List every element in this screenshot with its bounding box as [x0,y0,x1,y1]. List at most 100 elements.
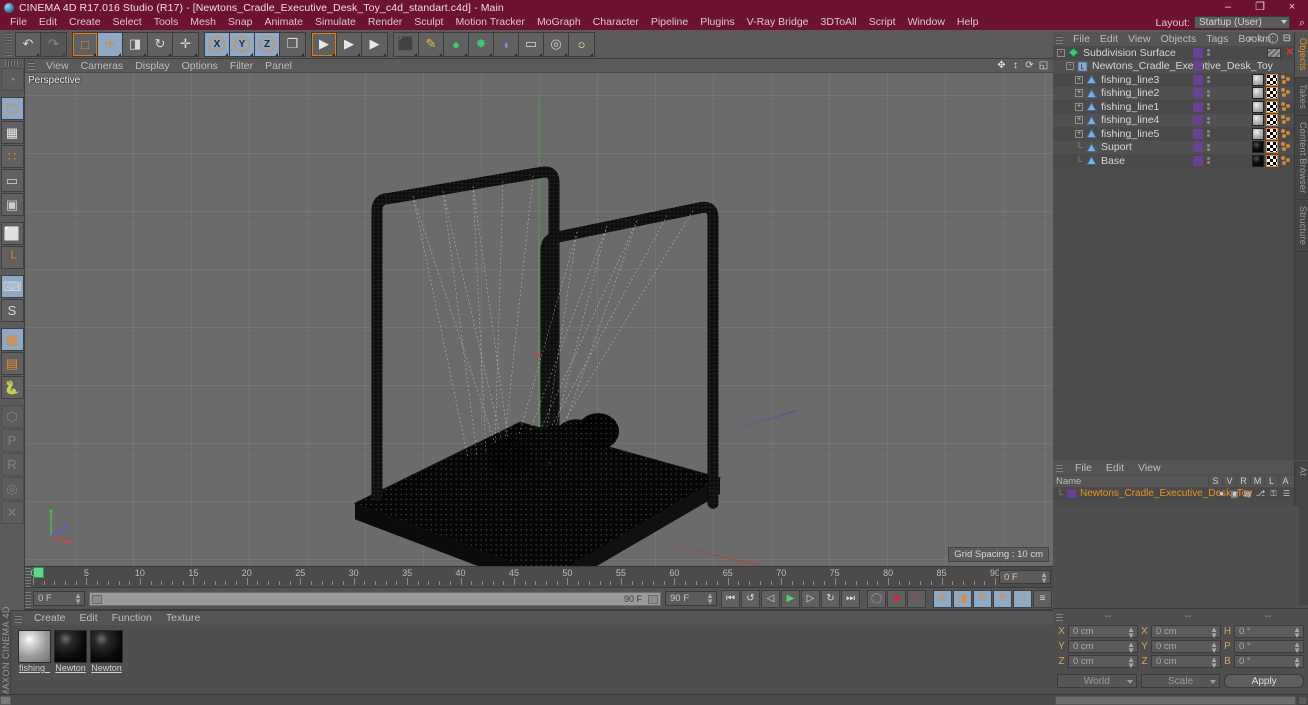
viewport-grip[interactable] [28,61,35,70]
position-x-field[interactable]: 0 cm ▲ ▼ [1068,625,1138,640]
pan-icon[interactable]: ✥ [996,60,1007,71]
rotation-b-field[interactable]: 0 ° ▲ ▼ [1234,655,1304,670]
more-options-icon[interactable] [250,52,253,56]
rotation-key-button[interactable]: ↻ [973,589,992,608]
material-thumbnail[interactable] [90,630,123,663]
subdivision-surface-icon[interactable] [1068,47,1079,58]
material-list[interactable]: fishing_ Newton Newton [12,625,1053,678]
object-menu-file[interactable]: File [1068,32,1095,46]
spinner-icon[interactable]: ▲ ▼ [1210,626,1218,640]
material-thumbnail[interactable] [54,630,87,663]
layout-dropdown[interactable]: Startup (User) [1194,16,1290,29]
python-button[interactable]: 🐍 [0,376,24,399]
tab-content-browser[interactable]: Content Browser [1295,116,1308,201]
polygon-object-icon[interactable] [1086,155,1097,166]
more-options-icon[interactable] [62,52,65,56]
go-to-end-button[interactable]: ⏭ [841,589,860,608]
render-view-button[interactable]: ▶ [312,32,337,56]
record-active-objects-button[interactable]: ◉ [887,589,906,608]
visibility-dots[interactable] [1207,103,1210,111]
tab-structure[interactable]: Structure [1295,200,1308,253]
live-selection-button[interactable]: □ [73,32,98,56]
phong-tag-icon[interactable] [1280,128,1292,140]
autokeying-button[interactable]: ◯ [867,589,886,608]
material-tag-icon[interactable] [1252,73,1264,86]
material-menu-texture[interactable]: Texture [159,611,207,625]
layer-column-l[interactable]: L [1264,476,1278,486]
menu-create[interactable]: Create [63,15,107,30]
more-options-icon[interactable] [383,52,386,56]
tab-objects[interactable]: Objects [1295,32,1308,78]
visibility-dots[interactable] [1207,62,1210,70]
spinner-icon[interactable]: ▲ ▼ [1127,626,1135,640]
scrollbar-thumb[interactable] [1055,696,1296,705]
dolly-icon[interactable]: ↕ [1010,60,1021,71]
subdivision-preview-swatch[interactable] [1266,47,1281,58]
material-grip[interactable] [15,613,22,623]
visibility-dots[interactable] [1207,143,1210,151]
selection-p-button[interactable]: P [0,429,24,452]
selection-filter-button[interactable]: ⬡ [0,405,24,428]
size-z-field[interactable]: 0 cm ▲ ▼ [1151,655,1221,670]
timeline-end-field[interactable]: 0 F ▲ ▼ [999,570,1051,585]
position-key-button[interactable]: ✛ [933,589,952,608]
object-menu-edit[interactable]: Edit [1095,32,1123,46]
coordinates-grip[interactable] [1056,611,1063,621]
phong-tag-icon[interactable] [1280,101,1292,113]
layer-object-icon[interactable]: L [1077,61,1088,72]
more-options-icon[interactable] [168,52,171,56]
preview-range-slider[interactable]: 90 F [89,591,661,606]
size-y-field[interactable]: 0 cm ▲ ▼ [1151,640,1221,655]
spinner-icon[interactable]: ▲ ▼ [1293,641,1301,655]
layer-menu-file[interactable]: File [1068,461,1099,475]
rotate-button[interactable]: ↻ [148,32,173,56]
tab-takes[interactable]: Takes [1295,78,1308,116]
object-row[interactable]: + fishing_line2 [1053,86,1294,100]
uv-tag-icon[interactable] [1266,73,1278,86]
menu-simulate[interactable]: Simulate [309,15,362,30]
orbit-icon[interactable]: ⟳ [1024,60,1035,71]
timeline-ruler[interactable]: 051015202530354045505560657075808590 0 F… [25,566,1053,588]
add-deformer-button[interactable]: ✸ [469,32,494,56]
layer-color-swatch[interactable] [1193,61,1203,72]
undo-button[interactable]: ↶ [16,32,41,56]
object-row[interactable]: └ Base [1053,154,1294,168]
layer-toggle-l-icon[interactable]: ⚿ [1268,488,1279,499]
uv-tag-icon[interactable] [1266,127,1278,140]
menu-v-ray-bridge[interactable]: V-Ray Bridge [741,15,815,30]
expander-toggle-icon[interactable]: + [1075,116,1083,125]
object-row[interactable]: - Subdivision Surface ✕ [1053,46,1294,60]
visibility-dots[interactable] [1207,157,1210,165]
transport-grip[interactable] [25,589,31,608]
expander-toggle-icon[interactable]: + [1075,75,1083,84]
menu-pipeline[interactable]: Pipeline [645,15,694,30]
layer-row[interactable]: └ Newtons_Cradle_Executive_Desk_Toy ● ▣ ▤ ⎇ ⚿ ☰ [1053,487,1294,500]
snap-toggle-button[interactable]: S [0,299,24,322]
phong-tag-icon[interactable] [1280,155,1292,167]
layer-color-swatch[interactable] [1193,155,1203,166]
polygon-object-icon[interactable] [1086,128,1097,139]
spinner-icon[interactable]: ▲ ▼ [1040,571,1048,585]
more-options-icon[interactable] [225,52,228,56]
viewport-menu-display[interactable]: Display [129,59,175,73]
uv-tag-icon[interactable] [1266,154,1278,167]
viewport-menu-panel[interactable]: Panel [259,59,298,73]
move-button[interactable]: ✛ [98,32,123,56]
spinner-icon[interactable]: ▲ ▼ [1293,626,1301,640]
menu-select[interactable]: Select [107,15,148,30]
spinner-icon[interactable]: ▲ ▼ [1210,656,1218,670]
go-to-next-key-button[interactable]: ↻ [821,589,840,608]
layer-column-r[interactable]: R [1236,476,1250,486]
timeline-playhead[interactable] [33,567,44,578]
layer-color-swatch[interactable] [1193,128,1203,139]
more-options-icon[interactable] [36,52,39,56]
bottom-horizontal-scrollbar-right[interactable] [1053,694,1308,705]
polygon-object-icon[interactable] [1086,74,1097,85]
viewport-menu-cameras[interactable]: Cameras [75,59,130,73]
menu-file[interactable]: File [4,15,33,30]
model-mode-button[interactable]: ⬡ [0,97,24,120]
more-options-icon[interactable] [514,52,517,56]
texture-mode-button[interactable]: ▦ [0,121,24,144]
size-x-field[interactable]: 0 cm ▲ ▼ [1151,625,1221,640]
go-to-start-button[interactable]: ⏮ [721,589,740,608]
